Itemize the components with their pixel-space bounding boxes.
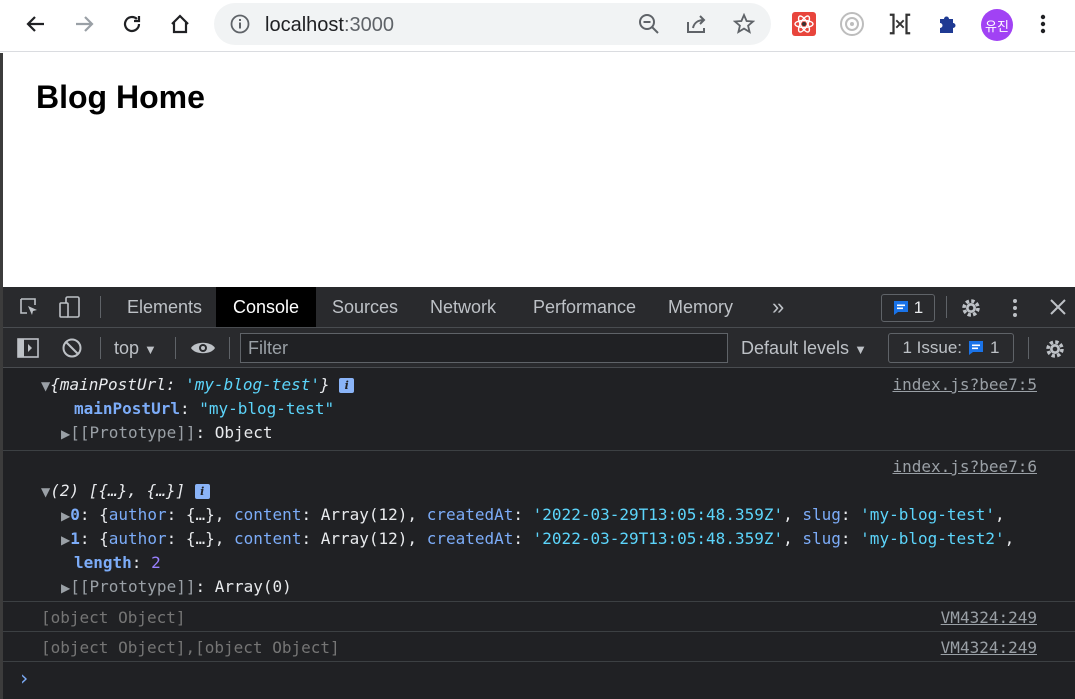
inspect-element-icon[interactable] (18, 296, 40, 323)
tab-network[interactable]: Network (413, 287, 513, 327)
issues-label: 1 Issue: (902, 338, 963, 357)
prototype-row[interactable]: ▶[[Prototype]]: Object (61, 423, 273, 442)
device-toolbar-icon[interactable] (58, 295, 82, 324)
array-length: length: 2 (74, 553, 161, 572)
expand-triangle-icon: ▶ (61, 427, 71, 441)
issues-counter-button[interactable]: 1 (881, 294, 935, 322)
react-devtools-icon[interactable] (791, 11, 817, 37)
sidebar-toggle-icon[interactable] (16, 337, 40, 364)
console-output: ▼{mainPostUrl: 'my-blog-test'} i index.j… (3, 369, 1075, 692)
page-title: Blog Home (36, 79, 205, 115)
expand-triangle-icon: ▼ (41, 485, 51, 499)
kebab-menu-icon[interactable] (1030, 11, 1056, 37)
expand-triangle-icon: ▶ (61, 533, 71, 547)
issues-count: 1 (990, 338, 1000, 357)
puzzle-extensions-icon[interactable] (935, 11, 961, 37)
source-link[interactable]: index.js?bee7:6 (893, 457, 1038, 476)
devtools-tabbar: Elements Console Sources Network Perform… (3, 287, 1075, 328)
devtools-panel: Elements Console Sources Network Perform… (0, 287, 1075, 699)
prompt-chevron-icon: › (18, 666, 31, 690)
avatar[interactable]: 유진 (981, 9, 1013, 41)
chevron-down-icon: ▼ (854, 342, 867, 357)
tab-console[interactable]: Console (216, 287, 317, 327)
address-bar[interactable]: localhost:3000 (214, 3, 771, 45)
issues-button[interactable]: 1 Issue: 1 (888, 333, 1014, 363)
console-message: index.js?bee7:6 ▼(2) [{…}, {…}] i ▶0: {a… (3, 451, 1075, 602)
clear-console-icon[interactable] (61, 337, 83, 364)
source-link[interactable]: VM4324:249 (941, 638, 1037, 657)
source-link[interactable]: VM4324:249 (941, 608, 1037, 627)
settings-gear-icon[interactable] (959, 296, 983, 325)
array-item[interactable]: ▶0: {author: {…}, content: Array(12), cr… (61, 505, 1005, 524)
home-icon[interactable] (162, 6, 198, 42)
back-icon[interactable] (18, 6, 54, 42)
star-icon[interactable] (732, 12, 756, 36)
chevron-down-icon: ▼ (144, 342, 157, 357)
more-tabs-icon[interactable]: » (755, 287, 801, 327)
info-icon[interactable]: i (339, 378, 355, 393)
expand-triangle-icon: ▼ (41, 379, 51, 393)
object-summary[interactable]: ▼{mainPostUrl: 'my-blog-test'} i (41, 375, 355, 394)
tab-memory[interactable]: Memory (651, 287, 750, 327)
page-viewport: Blog Home (0, 53, 1075, 287)
context-selector[interactable]: top ▼ (114, 338, 157, 359)
reload-icon[interactable] (114, 6, 150, 42)
share-icon[interactable] (684, 12, 708, 36)
array-item[interactable]: ▶1: {author: {…}, content: Array(12), cr… (61, 529, 1014, 548)
object-property: mainPostUrl: "my-blog-test" (74, 399, 335, 418)
tab-performance[interactable]: Performance (516, 287, 653, 327)
message-icon (969, 341, 984, 355)
console-message: ▼{mainPostUrl: 'my-blog-test'} i index.j… (3, 369, 1075, 451)
log-text: [object Object],[object Object] (41, 638, 340, 657)
url-text[interactable]: localhost:3000 (265, 14, 394, 37)
zoom-out-icon[interactable] (637, 12, 661, 36)
info-icon[interactable]: i (194, 484, 210, 499)
expand-triangle-icon: ▶ (61, 581, 71, 595)
live-expression-eye-icon[interactable] (190, 338, 216, 363)
log-levels-dropdown[interactable]: Default levels ▼ (741, 338, 867, 359)
message-icon (893, 301, 908, 315)
filter-input[interactable] (240, 333, 728, 363)
bracket-extension-icon[interactable] (887, 11, 913, 37)
devtools-kebab-icon[interactable] (1011, 296, 1019, 325)
log-text: [object Object] (41, 608, 186, 627)
console-message: [object Object] VM4324:249 (3, 602, 1075, 632)
console-prompt[interactable]: › (3, 662, 1075, 692)
tab-elements[interactable]: Elements (110, 287, 219, 327)
issues-count: 1 (913, 298, 924, 317)
source-link[interactable]: index.js?bee7:5 (893, 375, 1038, 394)
expand-triangle-icon: ▶ (61, 509, 71, 523)
info-icon[interactable] (230, 14, 250, 39)
forward-icon[interactable] (66, 6, 102, 42)
close-icon[interactable] (1048, 297, 1068, 322)
browser-toolbar: localhost:3000 유진 (0, 0, 1075, 52)
console-message: [object Object],[object Object] VM4324:2… (3, 632, 1075, 662)
circle-extension-icon[interactable] (839, 11, 865, 37)
tab-sources[interactable]: Sources (315, 287, 415, 327)
prototype-row[interactable]: ▶[[Prototype]]: Array(0) (61, 577, 292, 596)
console-settings-gear-icon[interactable] (1043, 337, 1067, 366)
console-toolbar: top ▼ Default levels ▼ 1 Issue: 1 (3, 328, 1075, 368)
array-summary[interactable]: ▼(2) [{…}, {…}] i (41, 481, 210, 500)
